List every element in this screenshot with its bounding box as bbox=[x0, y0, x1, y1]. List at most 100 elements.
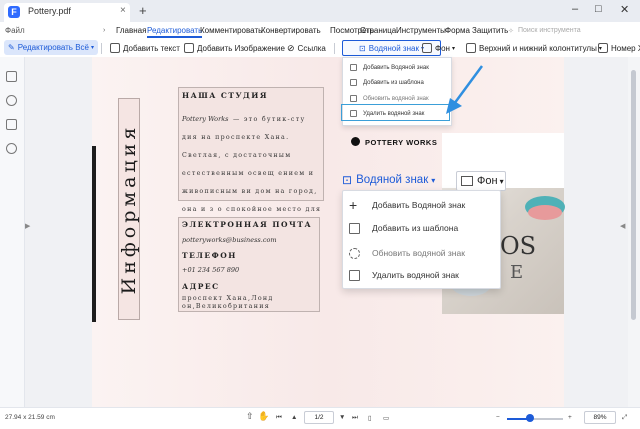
add-text-label: Добавить текст bbox=[123, 43, 180, 53]
pointer-arrow bbox=[446, 65, 484, 114]
zoom-slider-handle[interactable] bbox=[526, 414, 534, 422]
page-layout-icon[interactable]: ▭ bbox=[383, 414, 389, 422]
header-footer-icon bbox=[466, 43, 476, 53]
fit-page-icon[interactable]: ▯ bbox=[368, 414, 372, 422]
bates-label: Номер Х bbox=[611, 43, 640, 53]
decorative-bar bbox=[92, 146, 96, 322]
zoomed-watermark-button[interactable]: ⊡ Водяной знак ▾ bbox=[342, 170, 435, 190]
next-page-icon[interactable]: ▼ bbox=[339, 414, 345, 421]
zoomed-update-watermark[interactable]: Обновить водяной знак bbox=[343, 241, 500, 265]
chevron-down-icon: ▾ bbox=[499, 176, 504, 186]
refresh-icon bbox=[349, 247, 360, 259]
menu-edit[interactable]: Редактировать bbox=[147, 26, 203, 38]
template-icon bbox=[350, 79, 357, 86]
menu-protect[interactable]: Защитить bbox=[472, 26, 508, 35]
collapse-right-icon[interactable]: ◀ bbox=[620, 222, 625, 230]
scrollbar-thumb[interactable] bbox=[631, 70, 636, 320]
minimize-button[interactable]: – bbox=[572, 3, 578, 15]
toolbar-divider bbox=[334, 43, 335, 54]
template-icon bbox=[349, 222, 360, 234]
zoomed-item-label: Добавить Водяной знак bbox=[372, 200, 466, 210]
studio-heading: НАША СТУДИЯ bbox=[182, 91, 268, 100]
comment-icon[interactable] bbox=[6, 95, 17, 106]
add-watermark-item[interactable]: Добавить Водяной знак bbox=[343, 60, 451, 75]
image-icon bbox=[184, 43, 194, 53]
text-box-icon bbox=[110, 43, 120, 53]
menu-convert[interactable]: Конвертировать bbox=[261, 26, 321, 35]
address-value: проспект Хана,Лонд он,Великобритания bbox=[182, 295, 274, 310]
select-cursor-icon[interactable]: ⇧ bbox=[246, 411, 254, 422]
zoom-in-icon[interactable]: + bbox=[568, 414, 572, 421]
brand-name: POTTERY WORKS bbox=[365, 138, 438, 147]
app-logo-icon: F bbox=[8, 6, 20, 18]
previous-page-icon[interactable]: ▲ bbox=[291, 414, 297, 421]
toolbar-divider bbox=[101, 43, 102, 54]
trash-icon bbox=[349, 269, 360, 281]
zoomed-background-button[interactable]: Фон ▾ bbox=[456, 171, 506, 191]
edit-all-button[interactable]: ✎ Редактировать Всё ▾ bbox=[4, 40, 98, 55]
link-icon: ⊘ bbox=[287, 42, 295, 53]
dropdown-item-label: Добавить из шаблона bbox=[363, 79, 424, 86]
page-number-input[interactable]: 1/2 bbox=[304, 411, 334, 424]
plus-icon bbox=[350, 64, 357, 71]
first-page-icon[interactable]: ⏮ bbox=[276, 414, 282, 422]
search-tools-input[interactable]: Поиск инструмента bbox=[518, 27, 581, 34]
hand-tool-icon[interactable]: ✋ bbox=[258, 411, 269, 422]
chevron-down-icon: ▾ bbox=[451, 45, 455, 52]
menu-more-icon[interactable]: › bbox=[103, 27, 105, 34]
menu-page[interactable]: Страница bbox=[360, 26, 396, 35]
background-label: Фон bbox=[435, 43, 450, 53]
search-icon[interactable] bbox=[6, 143, 17, 154]
thumbnails-icon[interactable] bbox=[6, 119, 17, 130]
menu-comment[interactable]: Комментировать bbox=[200, 26, 262, 35]
chevron-down-icon: ▾ bbox=[431, 175, 436, 185]
email-value: potteryworks@business.com bbox=[182, 236, 277, 244]
zoomed-background-label: Фон bbox=[477, 175, 498, 187]
menu-form[interactable]: Форма bbox=[445, 26, 470, 35]
left-sidebar bbox=[0, 57, 25, 407]
zoomed-watermark-label: Водяной знак bbox=[356, 174, 429, 186]
close-window-button[interactable]: ✕ bbox=[620, 3, 629, 16]
highlight-box bbox=[341, 104, 450, 121]
fullscreen-icon[interactable]: ⤢ bbox=[622, 414, 627, 422]
bates-number-button[interactable]: Номер Х bbox=[598, 41, 640, 55]
zoomed-item-label: Добавить из шаблона bbox=[372, 223, 459, 233]
email-heading: ЭЛЕКТРОННАЯ ПОЧТА bbox=[182, 220, 313, 229]
collapse-left-icon[interactable]: ▶ bbox=[25, 222, 30, 230]
maximize-button[interactable]: □ bbox=[595, 3, 602, 15]
menu-tools[interactable]: Инструменты bbox=[396, 26, 446, 35]
link-button[interactable]: ⊘ Ссылка bbox=[287, 41, 326, 55]
tab-title: Pottery.pdf bbox=[28, 6, 71, 16]
brand-logo-icon bbox=[351, 137, 360, 146]
watermark-icon: ⊡ bbox=[359, 43, 366, 53]
add-from-template-item[interactable]: Добавить из шаблона bbox=[343, 75, 451, 90]
dropdown-item-label: Добавить Водяной знак bbox=[363, 64, 429, 71]
background-icon bbox=[422, 43, 432, 53]
arrow-head bbox=[446, 98, 462, 114]
phone-heading: ТЕЛЕФОН bbox=[182, 251, 237, 260]
menu-home[interactable]: Главная bbox=[116, 26, 146, 35]
zoomed-add-watermark[interactable]: + Добавить Водяной знак bbox=[343, 193, 500, 217]
menu-file[interactable]: Файл bbox=[5, 26, 25, 35]
zoom-level-select[interactable]: 89% bbox=[584, 411, 616, 424]
background-button[interactable]: Фон ▾ bbox=[422, 41, 455, 55]
add-image-button[interactable]: Добавить Изображение bbox=[184, 41, 285, 55]
page-dimensions: 27.94 x 21.59 cm bbox=[5, 414, 55, 421]
zoom-out-icon[interactable]: − bbox=[496, 414, 500, 421]
zoomed-add-from-template[interactable]: Добавить из шаблона bbox=[343, 216, 500, 240]
close-tab-icon[interactable]: × bbox=[120, 5, 126, 16]
phone-value: +01 234 567 890 bbox=[182, 266, 240, 274]
background-icon bbox=[461, 176, 473, 186]
add-text-button[interactable]: Добавить текст bbox=[110, 41, 180, 55]
last-page-icon[interactable]: ⏭ bbox=[352, 414, 358, 422]
watermark-icon: ⊡ bbox=[342, 173, 353, 187]
add-image-label: Добавить Изображение bbox=[197, 43, 285, 53]
new-tab-button[interactable]: + bbox=[139, 3, 147, 18]
bookmark-icon[interactable] bbox=[6, 71, 17, 82]
refresh-icon bbox=[350, 95, 357, 102]
zoomed-delete-watermark[interactable]: Удалить водяной знак bbox=[343, 263, 500, 287]
edit-all-label: Редактировать Всё bbox=[17, 43, 89, 52]
header-footer-button[interactable]: Верхний и нижний колонтитулы ▾ bbox=[466, 41, 602, 55]
photo-letters-e: E bbox=[510, 262, 524, 283]
zoomed-item-label: Удалить водяной знак bbox=[372, 270, 459, 280]
